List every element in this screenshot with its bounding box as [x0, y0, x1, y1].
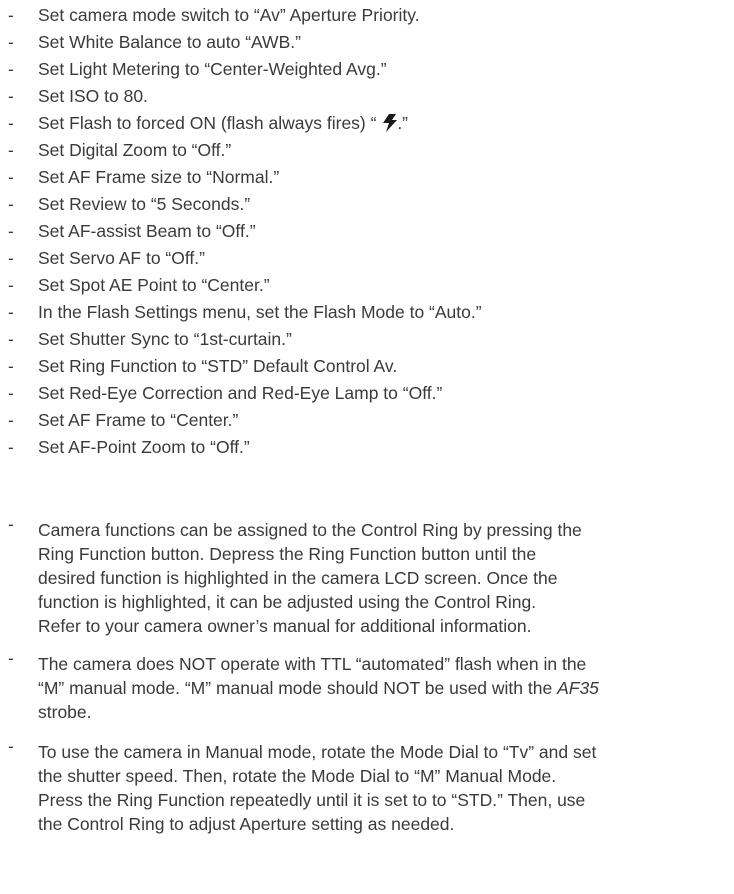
note-line: Refer to your camera owner’s manual for … — [38, 616, 532, 636]
list-item: - Set AF Frame size to “Normal.” — [0, 166, 734, 188]
note-line: Ring Function button. Depress the Ring F… — [38, 544, 537, 564]
list-item: - Set Flash to forced ON (flash always f… — [0, 112, 734, 134]
setting-text: Set White Balance to auto “AWB.” — [38, 32, 301, 52]
list-item: - Set AF Frame to “Center.” — [0, 409, 734, 431]
setting-text: Set ISO to 80. — [38, 86, 148, 106]
bullet-dash: - — [8, 736, 14, 756]
bullet-dash: - — [8, 59, 14, 79]
bullet-dash: - — [8, 437, 14, 457]
note-text: To use the camera in Manual mode, rotate… — [38, 740, 728, 836]
bullet-dash: - — [8, 32, 14, 52]
flash-bolt-icon — [383, 114, 398, 132]
setting-text-after: .” — [397, 113, 409, 133]
note-line: To use the camera in Manual mode, rotate… — [38, 742, 597, 762]
setting-text: Set Light Metering to “Center-Weighted A… — [38, 59, 387, 79]
bullet-dash: - — [8, 194, 14, 214]
list-item: - Set Spot AE Point to “Center.” — [0, 274, 734, 296]
setting-text: Set Shutter Sync to “1st-curtain.” — [38, 329, 292, 349]
setting-text: Set Flash to forced ON (flash always fir… — [38, 112, 408, 134]
setting-text: Set Servo AF to “Off.” — [38, 248, 205, 268]
setting-text: Set Red-Eye Correction and Red-Eye Lamp … — [38, 383, 443, 403]
bullet-dash: - — [8, 140, 14, 160]
setting-text: Set AF-Point Zoom to “Off.” — [38, 437, 250, 457]
bullet-dash: - — [8, 275, 14, 295]
list-item: - Set ISO to 80. — [0, 85, 734, 107]
list-item: - Set Review to “5 Seconds.” — [0, 193, 734, 215]
setting-text: In the Flash Settings menu, set the Flas… — [38, 302, 482, 322]
bullet-dash: - — [8, 356, 14, 376]
note-line: function is highlighted, it can be adjus… — [38, 592, 537, 612]
list-item: - Set Light Metering to “Center-Weighted… — [0, 58, 734, 80]
note-line: Press the Ring Function repeatedly until… — [38, 790, 586, 810]
bullet-dash: - — [8, 113, 14, 133]
bullet-dash: - — [8, 329, 14, 349]
setting-text: Set Review to “5 Seconds.” — [38, 194, 251, 214]
note-line: “M” manual mode. “M” manual mode should … — [38, 676, 728, 700]
note-line: desired function is highlighted in the c… — [38, 568, 558, 588]
list-item: - Set Red-Eye Correction and Red-Eye Lam… — [0, 382, 734, 404]
bullet-dash: - — [8, 167, 14, 187]
list-item: - Set Servo AF to “Off.” — [0, 247, 734, 269]
list-item: - Set AF-assist Beam to “Off.” — [0, 220, 734, 242]
setting-text: Set Ring Function to “STD” Default Contr… — [38, 356, 398, 376]
note-text: Camera functions can be assigned to the … — [38, 518, 728, 638]
setting-text: Set Spot AE Point to “Center.” — [38, 275, 270, 295]
setting-text: Set AF Frame to “Center.” — [38, 410, 239, 430]
note-paragraph: - Camera functions can be assigned to th… — [0, 514, 734, 642]
bullet-dash: - — [8, 383, 14, 403]
bullet-dash: - — [8, 248, 14, 268]
list-item: - Set Ring Function to “STD” Default Con… — [0, 355, 734, 377]
bullet-dash: - — [8, 648, 14, 668]
setting-text-before: Set Flash to forced ON (flash always fir… — [38, 113, 382, 133]
list-item: - In the Flash Settings menu, set the Fl… — [0, 301, 734, 323]
note-line: strobe. — [38, 702, 92, 722]
bullet-dash: - — [8, 410, 14, 430]
setting-text: Set AF Frame size to “Normal.” — [38, 167, 280, 187]
setting-text: Set AF-assist Beam to “Off.” — [38, 221, 256, 241]
bullet-dash: - — [8, 5, 14, 25]
document-page: - Set camera mode switch to “Av” Apertur… — [0, 0, 734, 894]
note-paragraph: - The camera does NOT operate with TTL “… — [0, 648, 734, 728]
note-line: Camera functions can be assigned to the … — [38, 520, 582, 540]
note-line: the shutter speed. Then, rotate the Mode… — [38, 766, 557, 786]
bullet-dash: - — [8, 86, 14, 106]
note-line-text: “M” manual mode. “M” manual mode should … — [38, 678, 558, 698]
product-model-name: AF35 — [557, 678, 599, 698]
bullet-dash: - — [8, 221, 14, 241]
note-line: The camera does NOT operate with TTL “au… — [38, 654, 587, 674]
note-line: the Control Ring to adjust Aperture sett… — [38, 814, 455, 834]
list-item: - Set camera mode switch to “Av” Apertur… — [0, 4, 734, 26]
note-text: The camera does NOT operate with TTL “au… — [38, 652, 728, 724]
list-item: - Set Digital Zoom to “Off.” — [0, 139, 734, 161]
bullet-dash: - — [8, 514, 14, 534]
note-paragraph: - To use the camera in Manual mode, rota… — [0, 736, 734, 840]
list-item: - Set White Balance to auto “AWB.” — [0, 31, 734, 53]
setting-text: Set camera mode switch to “Av” Aperture … — [38, 5, 420, 25]
bullet-dash: - — [8, 302, 14, 322]
list-item: - Set AF-Point Zoom to “Off.” — [0, 436, 734, 458]
setting-text: Set Digital Zoom to “Off.” — [38, 140, 232, 160]
list-item: - Set Shutter Sync to “1st-curtain.” — [0, 328, 734, 350]
